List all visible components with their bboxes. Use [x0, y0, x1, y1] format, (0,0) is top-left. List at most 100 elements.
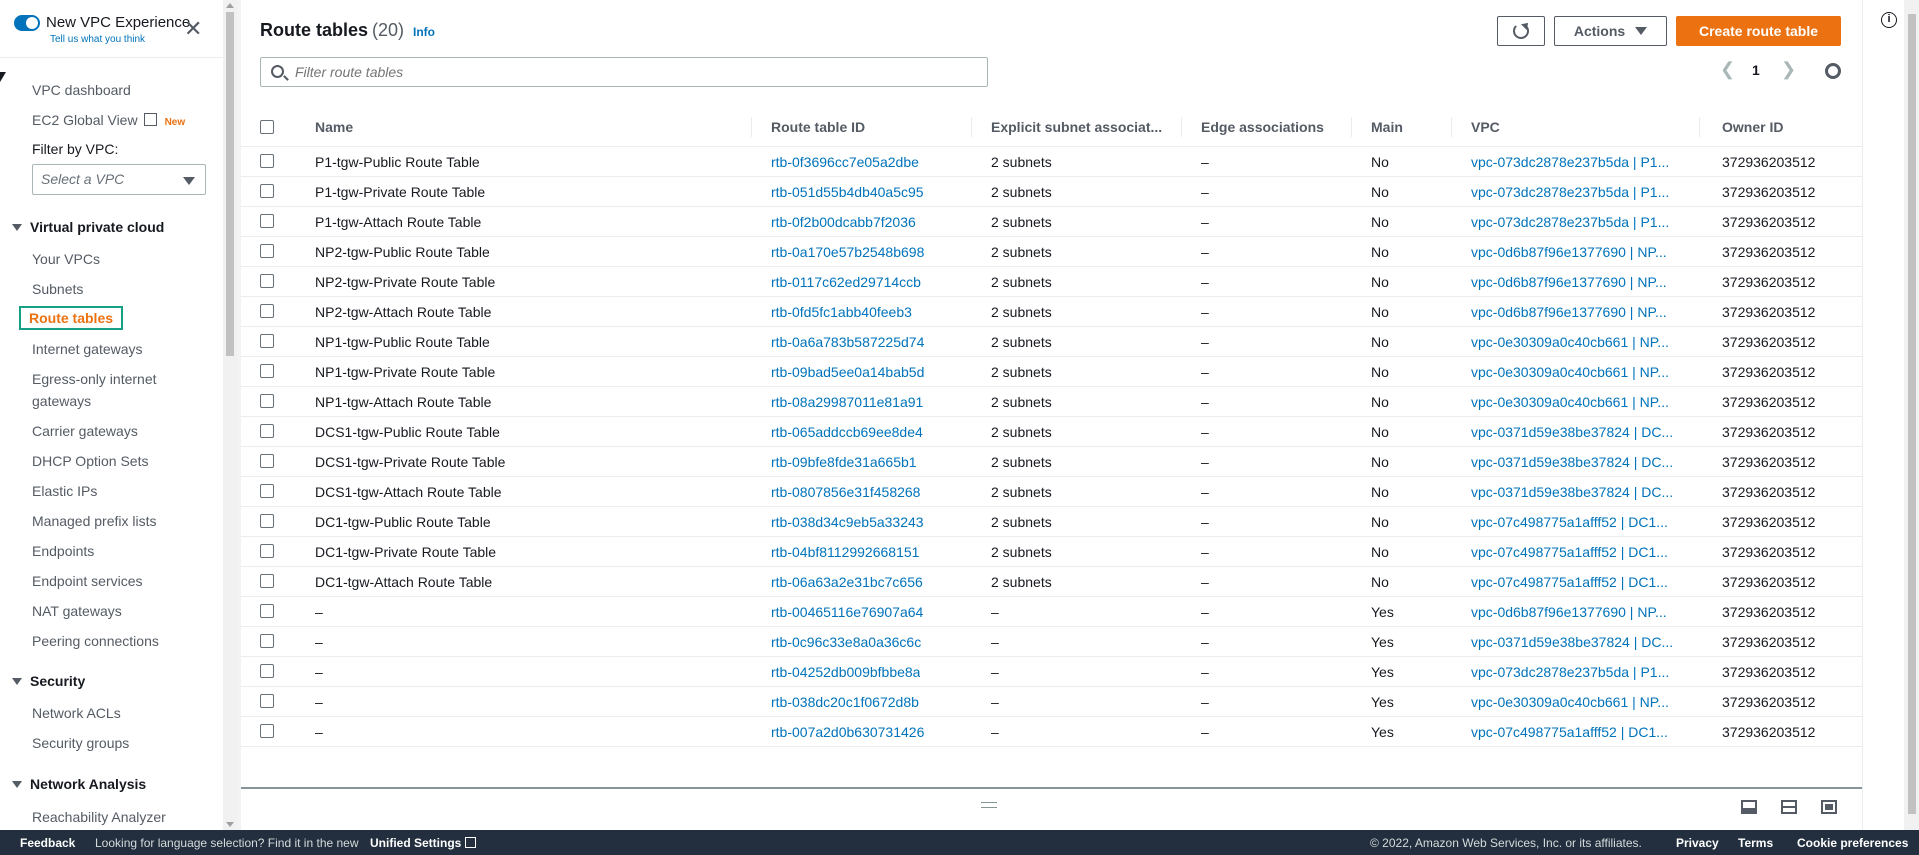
- cell-vpc-value[interactable]: vpc-073dc2878e237b5da | P1...: [1471, 184, 1669, 200]
- cell-id-value[interactable]: rtb-038d34c9eb5a33243: [771, 514, 924, 530]
- cell-vpc-value[interactable]: vpc-0d6b87f96e1377690 | NP...: [1471, 244, 1667, 260]
- cell-vpc[interactable]: vpc-0e30309a0c40cb661 | NP...: [1471, 334, 1669, 350]
- table-row[interactable]: DCS1-tgw-Attach Route Table rtb-0807856e3…: [241, 477, 1862, 507]
- cell-id[interactable]: rtb-0f3696cc7e05a2dbe: [771, 154, 919, 170]
- table-row[interactable]: – rtb-038dc20c1f0672d8b – – Yes vpc-0e30309a0…: [241, 687, 1862, 717]
- vpc-select[interactable]: Select a VPC: [32, 164, 206, 195]
- cell-id-value[interactable]: rtb-0fd5fc1abb40feeb3: [771, 304, 912, 320]
- cell-vpc-value[interactable]: vpc-0e30309a0c40cb661 | NP...: [1471, 394, 1669, 410]
- split-panel-side-icon[interactable]: [1781, 800, 1797, 814]
- cell-subnets[interactable]: 2 subnets: [991, 214, 1052, 230]
- cell-subnets-value[interactable]: 2 subnets: [991, 304, 1052, 320]
- row-checkbox[interactable]: [260, 184, 274, 198]
- cell-subnets[interactable]: 2 subnets: [991, 394, 1052, 410]
- cell-vpc-value[interactable]: vpc-0371d59e38be37824 | DC...: [1471, 454, 1673, 470]
- cell-id-value[interactable]: rtb-0a6a783b587225d74: [771, 334, 924, 350]
- cell-id[interactable]: rtb-0117c62ed29714ccb: [771, 274, 921, 290]
- row-checkbox[interactable]: [260, 244, 274, 258]
- cell-subnets-value[interactable]: 2 subnets: [991, 394, 1052, 410]
- row-checkbox[interactable]: [260, 514, 274, 528]
- cell-id-value[interactable]: rtb-0c96c33e8a0a36c6c: [771, 634, 921, 650]
- cell-id[interactable]: rtb-04bf8112992668151: [771, 544, 919, 560]
- column-separator[interactable]: [1451, 117, 1452, 137]
- row-checkbox[interactable]: [260, 574, 274, 588]
- cell-subnets-value[interactable]: 2 subnets: [991, 424, 1052, 440]
- cell-vpc[interactable]: vpc-0d6b87f96e1377690 | NP...: [1471, 274, 1667, 290]
- cell-id-value[interactable]: rtb-08a29987011e81a91: [771, 394, 923, 410]
- cell-id-value[interactable]: rtb-0807856e31f458268: [771, 484, 920, 500]
- cell-subnets-value[interactable]: 2 subnets: [991, 274, 1052, 290]
- table-row[interactable]: P1-tgw-Public Route Table rtb-0f3696cc7e0…: [241, 147, 1862, 177]
- footer-unified-settings[interactable]: Unified Settings: [370, 836, 477, 850]
- cell-vpc[interactable]: vpc-0371d59e38be37824 | DC...: [1471, 424, 1673, 440]
- cell-subnets-value[interactable]: 2 subnets: [991, 364, 1052, 380]
- nav-endpoints[interactable]: Endpoints: [32, 541, 94, 561]
- pagination-prev-icon[interactable]: ❮: [1720, 59, 1735, 80]
- table-row[interactable]: DC1-tgw-Public Route Table rtb-038d34c9eb…: [241, 507, 1862, 537]
- split-panel-divider[interactable]: [241, 787, 1862, 789]
- row-checkbox[interactable]: [260, 634, 274, 648]
- table-row[interactable]: DCS1-tgw-Private Route Table rtb-09bfe8fd…: [241, 447, 1862, 477]
- pagination-page[interactable]: 1: [1752, 62, 1760, 78]
- row-checkbox[interactable]: [260, 544, 274, 558]
- cell-vpc[interactable]: vpc-0e30309a0c40cb661 | NP...: [1471, 694, 1669, 710]
- cell-id-value[interactable]: rtb-04252db009bfbbe8a: [771, 664, 920, 680]
- cell-vpc[interactable]: vpc-0371d59e38be37824 | DC...: [1471, 634, 1673, 650]
- cell-vpc-value[interactable]: vpc-0e30309a0c40cb661 | NP...: [1471, 364, 1669, 380]
- cell-id-value[interactable]: rtb-0f3696cc7e05a2dbe: [771, 154, 919, 170]
- cell-id-value[interactable]: rtb-051d55b4db40a5c95: [771, 184, 924, 200]
- scrollbar-thumb[interactable]: [226, 12, 234, 356]
- info-icon[interactable]: i: [1881, 12, 1897, 28]
- cell-vpc[interactable]: vpc-0e30309a0c40cb661 | NP...: [1471, 394, 1669, 410]
- close-icon[interactable]: ✕: [184, 18, 202, 40]
- cell-id-value[interactable]: rtb-038dc20c1f0672d8b: [771, 694, 919, 710]
- nav-vpc-dashboard[interactable]: VPC dashboard: [32, 80, 131, 100]
- new-experience-toggle-row[interactable]: New VPC Experience: [14, 14, 190, 31]
- cell-id[interactable]: rtb-09bfe8fde31a665b1: [771, 454, 917, 470]
- section-network-analysis[interactable]: Network Analysis: [12, 776, 146, 792]
- cell-vpc-value[interactable]: vpc-0d6b87f96e1377690 | NP...: [1471, 604, 1667, 620]
- row-checkbox[interactable]: [260, 664, 274, 678]
- cell-id[interactable]: rtb-00465116e76907a64: [771, 604, 923, 620]
- scrollbar-thumb[interactable]: [1908, 14, 1916, 814]
- footer-terms[interactable]: Terms: [1738, 836, 1773, 850]
- cell-vpc-value[interactable]: vpc-0d6b87f96e1377690 | NP...: [1471, 304, 1667, 320]
- cell-id-value[interactable]: rtb-06a63a2e31bc7c656: [771, 574, 923, 590]
- cell-id[interactable]: rtb-007a2d0b630731426: [771, 724, 924, 740]
- nav-dhcp-option-sets[interactable]: DHCP Option Sets: [32, 451, 148, 471]
- cell-id[interactable]: rtb-0a6a783b587225d74: [771, 334, 924, 350]
- col-main[interactable]: Main: [1371, 107, 1403, 147]
- table-row[interactable]: NP2-tgw-Public Route Table rtb-0a170e57b2…: [241, 237, 1862, 267]
- col-vpc[interactable]: VPC: [1471, 107, 1500, 147]
- cell-id-value[interactable]: rtb-09bfe8fde31a665b1: [771, 454, 917, 470]
- cell-id[interactable]: rtb-038d34c9eb5a33243: [771, 514, 924, 530]
- cell-subnets-value[interactable]: 2 subnets: [991, 574, 1052, 590]
- col-owner-id[interactable]: Owner ID: [1722, 107, 1783, 147]
- cell-subnets[interactable]: 2 subnets: [991, 244, 1052, 260]
- main-scrollbar[interactable]: [1904, 0, 1919, 830]
- table-row[interactable]: DC1-tgw-Attach Route Table rtb-06a63a2e31…: [241, 567, 1862, 597]
- cell-vpc-value[interactable]: vpc-073dc2878e237b5da | P1...: [1471, 664, 1669, 680]
- gear-icon[interactable]: [1825, 63, 1841, 79]
- col-explicit-subnet-associations[interactable]: Explicit subnet associat...: [991, 107, 1162, 147]
- cell-id[interactable]: rtb-038dc20c1f0672d8b: [771, 694, 919, 710]
- cell-id-value[interactable]: rtb-00465116e76907a64: [771, 604, 923, 620]
- table-row[interactable]: – rtb-0c96c33e8a0a36c6c – – Yes vpc-0371d59e3…: [241, 627, 1862, 657]
- info-link[interactable]: Info: [413, 25, 435, 39]
- cell-subnets-value[interactable]: 2 subnets: [991, 544, 1052, 560]
- footer-cookie-preferences[interactable]: Cookie preferences: [1797, 836, 1908, 850]
- cell-vpc[interactable]: vpc-073dc2878e237b5da | P1...: [1471, 184, 1669, 200]
- cell-subnets-value[interactable]: 2 subnets: [991, 454, 1052, 470]
- pagination-next-icon[interactable]: ❯: [1781, 59, 1796, 80]
- row-checkbox[interactable]: [260, 604, 274, 618]
- nav-internet-gateways[interactable]: Internet gateways: [32, 339, 143, 359]
- table-row[interactable]: NP1-tgw-Attach Route Table rtb-08a2998701…: [241, 387, 1862, 417]
- table-row[interactable]: P1-tgw-Private Route Table rtb-051d55b4db…: [241, 177, 1862, 207]
- column-separator[interactable]: [1351, 117, 1352, 137]
- actions-button[interactable]: Actions: [1554, 16, 1667, 46]
- cell-vpc[interactable]: vpc-07c498775a1afff52 | DC1...: [1471, 544, 1668, 560]
- cell-vpc-value[interactable]: vpc-07c498775a1afff52 | DC1...: [1471, 544, 1668, 560]
- cell-id[interactable]: rtb-0f2b00dcabb7f2036: [771, 214, 916, 230]
- scroll-up-icon[interactable]: [226, 3, 234, 8]
- nav-egress-only-internet-gateways[interactable]: Egress-only internet: [32, 369, 157, 389]
